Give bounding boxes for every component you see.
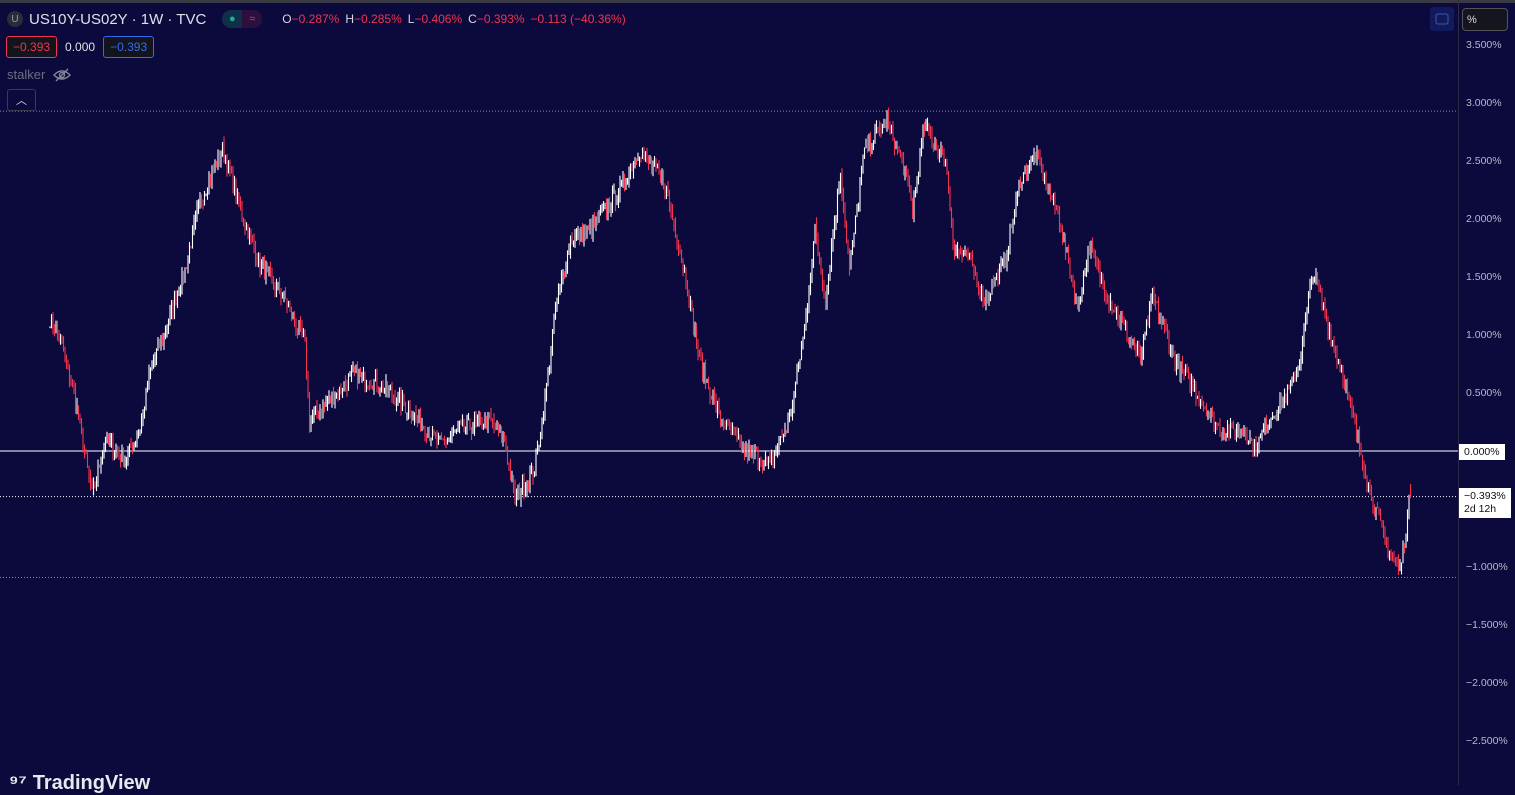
chevron-up-icon: ︿ [16,95,27,107]
trade-row: −0.393 0.000 −0.393 [6,36,155,58]
y-tick-label: −2.500% [1466,735,1508,747]
y-tick-label: −2.000% [1466,677,1508,689]
y-tick-label: 3.500% [1466,39,1502,51]
status-pill[interactable]: ● ≈ [222,10,263,28]
open-label: O [282,12,292,26]
change-value: −0.113 (−40.36%) [530,12,626,26]
low-value: −0.406% [414,12,463,26]
y-tick-label: 1.500% [1466,271,1502,283]
y-tick-label: 3.000% [1466,97,1502,109]
eye-hidden-icon[interactable] [53,68,72,82]
y-tick-label: 2.000% [1466,213,1502,225]
collapse-legend-button[interactable]: ︿ [7,89,36,111]
symbol-legend: U US10Y-US02Y · 1W · TVC ● ≈ O−0.287% H−… [7,10,626,28]
tradingview-logo-icon: ⁹⁷ [9,772,27,794]
unit-selector-button[interactable]: % [1462,8,1508,31]
y-tick-label: 0.500% [1466,387,1502,399]
zero-price-label: 0.000% [1459,444,1505,460]
indicator-row: stalker [7,67,72,82]
logo-text: TradingView [32,772,151,794]
y-tick-label: 1.000% [1466,329,1502,341]
y-tick-label: −1.000% [1466,561,1508,573]
tradingview-logo[interactable]: ⁹⁷ TradingView [9,772,150,795]
last-price-value: −0.393% [1464,490,1506,502]
symbol-logo-icon: U [7,11,23,27]
market-status-dot-icon: ● [222,10,243,28]
ohlc-values: O−0.287% H−0.285% L−0.406% C−0.393% −0.1… [282,12,625,26]
high-label: H [345,12,355,26]
y-tick-label: −1.500% [1466,619,1508,631]
price-chart[interactable] [0,0,1458,785]
data-delay-icon: ≈ [242,10,263,28]
high-value: −0.285% [354,12,402,26]
bar-countdown: 2d 12h [1464,503,1497,515]
fullscreen-button[interactable] [1430,7,1454,31]
buy-button[interactable]: −0.393 [103,36,155,58]
open-value: −0.287% [291,12,340,26]
indicator-name[interactable]: stalker [7,67,45,82]
spread-value: 0.000 [65,40,96,54]
last-price-label: −0.393% 2d 12h [1459,488,1511,518]
symbol-title[interactable]: US10Y-US02Y · 1W · TVC [29,11,206,28]
fullscreen-icon [1435,13,1449,25]
sell-button[interactable]: −0.393 [6,36,58,58]
y-tick-label: 2.500% [1466,155,1502,167]
close-label: C [468,12,477,26]
close-value: −0.393% [476,12,525,26]
